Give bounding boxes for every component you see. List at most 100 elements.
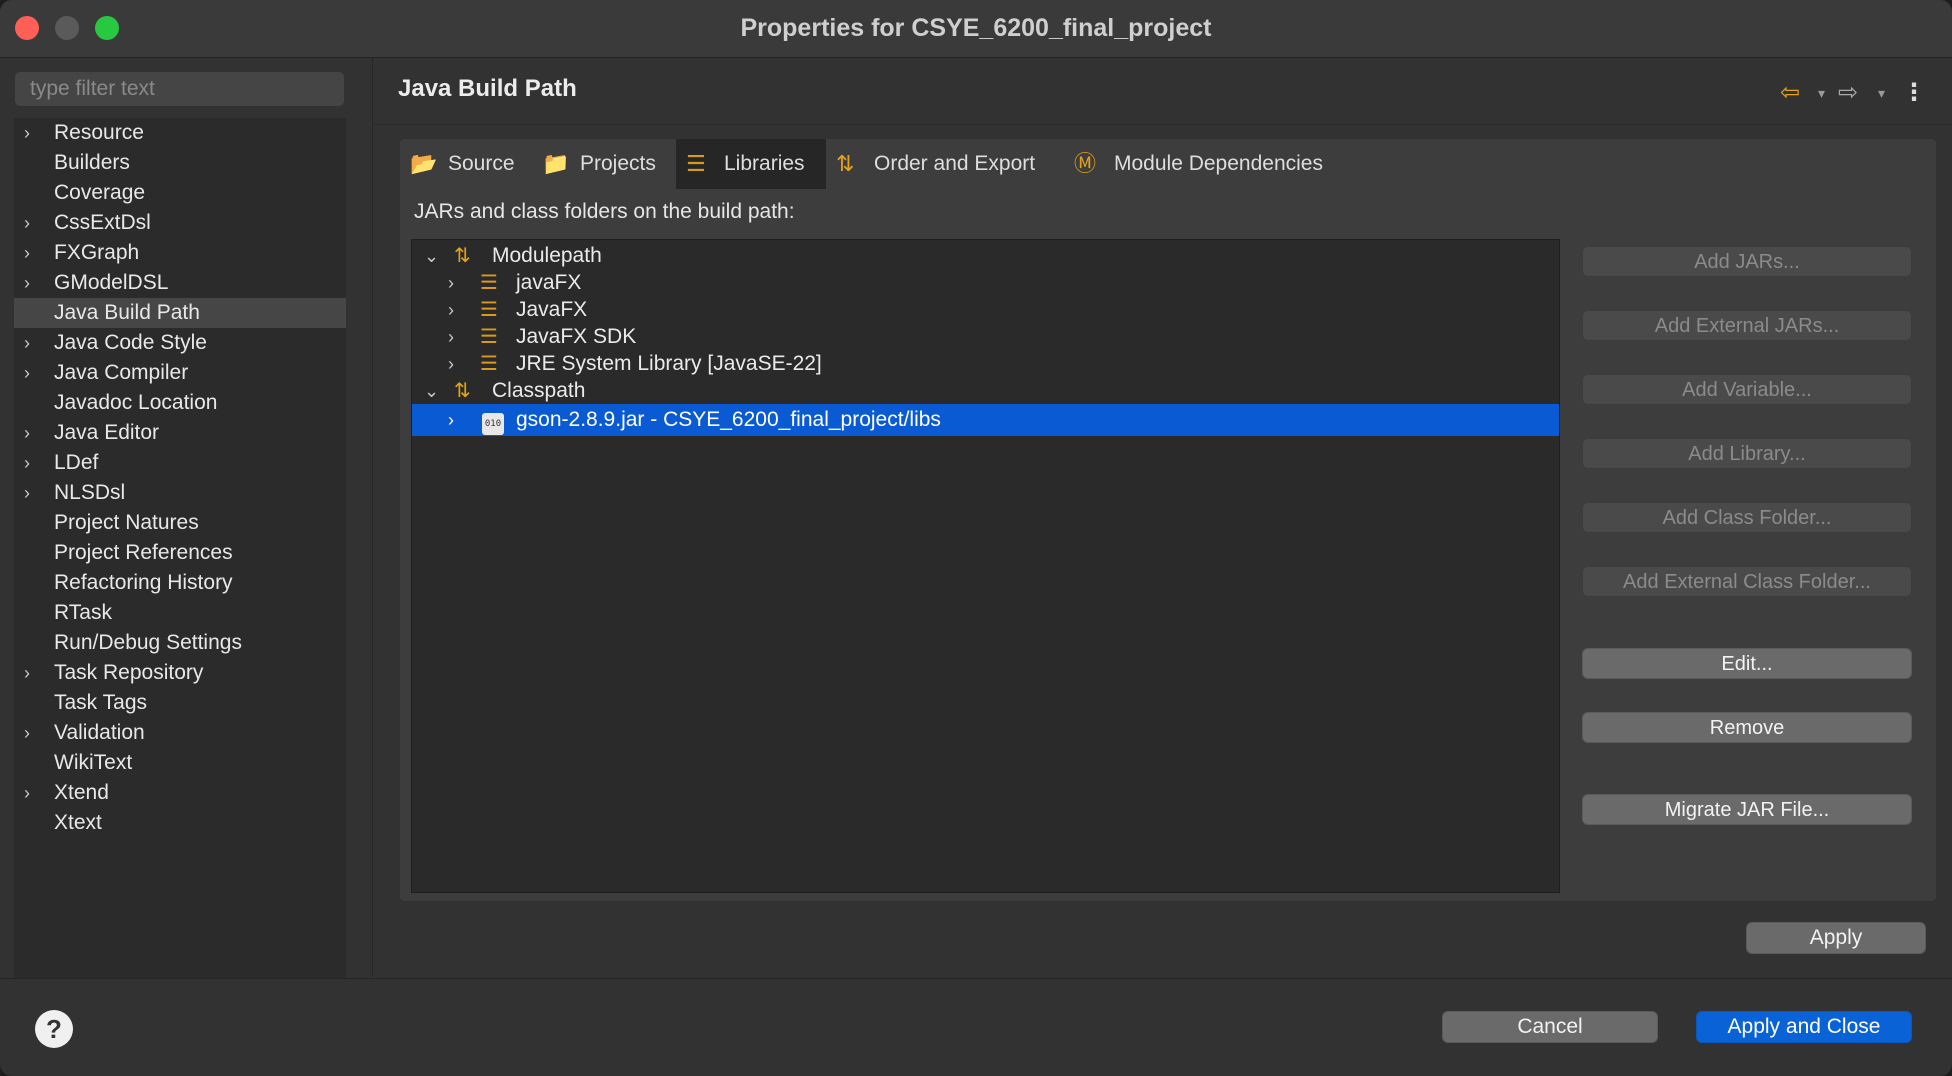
- chevron-right-icon[interactable]: ›: [24, 268, 40, 298]
- window-title: Properties for CSYE_6200_final_project: [740, 14, 1212, 42]
- sidebar-item-gmodeldsl[interactable]: › GModelDSL: [14, 268, 346, 298]
- sidebar-item-task-repository[interactable]: › Task Repository: [14, 658, 346, 688]
- chevron-right-icon[interactable]: ›: [24, 778, 40, 808]
- build-path-caption: JARs and class folders on the build path…: [414, 200, 795, 223]
- tree-node-gson-jar[interactable]: › 010 gson-2.8.9.jar - CSYE_6200_final_p…: [412, 404, 1559, 436]
- add-jars-button[interactable]: Add JARs...: [1582, 246, 1912, 277]
- add-class-folder-button[interactable]: Add Class Folder...: [1582, 502, 1912, 533]
- build-path-tree[interactable]: ⌄ ⇅ Modulepath › ☰ javaFX › ☰ JavaFX › ☰…: [411, 239, 1560, 893]
- tab-label: Source: [448, 152, 515, 175]
- sidebar-item-ldef[interactable]: › LDef: [14, 448, 346, 478]
- sidebar-item-java-editor[interactable]: › Java Editor: [14, 418, 346, 448]
- chevron-down-icon[interactable]: ⌄: [424, 375, 439, 407]
- tab-source[interactable]: 📂 Source: [400, 139, 530, 189]
- chevron-right-icon[interactable]: ›: [24, 208, 40, 238]
- property-page-tree: › Resource Builders Coverage › CssExtDsl ›…: [14, 118, 346, 978]
- cancel-button[interactable]: Cancel: [1442, 1011, 1658, 1043]
- sidebar-item-label: Builders: [54, 151, 130, 174]
- sidebar-item-rtask[interactable]: RTask: [14, 598, 346, 628]
- sidebar-item-label: Xtend: [54, 781, 109, 804]
- sidebar-item-label: Java Build Path: [54, 301, 200, 324]
- remove-button[interactable]: Remove: [1582, 712, 1912, 743]
- chevron-right-icon[interactable]: ›: [24, 718, 40, 748]
- sidebar-item-label: Run/Debug Settings: [54, 631, 242, 654]
- sidebar-item-xtext[interactable]: Xtext: [14, 808, 346, 838]
- chevron-right-icon[interactable]: ›: [24, 238, 40, 268]
- footer-divider: [0, 978, 1952, 979]
- migrate-jar-file-button[interactable]: Migrate JAR File...: [1582, 794, 1912, 825]
- sidebar-item-label: RTask: [54, 601, 112, 624]
- sidebar-item-label: Javadoc Location: [54, 391, 218, 414]
- sidebar-item-label: LDef: [54, 451, 99, 474]
- sidebar-item-java-build-path[interactable]: Java Build Path: [14, 298, 346, 328]
- sidebar-item-coverage[interactable]: Coverage: [14, 178, 346, 208]
- sidebar-item-xtend[interactable]: › Xtend: [14, 778, 346, 808]
- add-external-jars-button[interactable]: Add External JARs...: [1582, 310, 1912, 341]
- sidebar-item-cssextdsl[interactable]: › CssExtDsl: [14, 208, 346, 238]
- sidebar-item-refactoring-history[interactable]: Refactoring History: [14, 568, 346, 598]
- tab-order-and-export[interactable]: ⇅ Order and Export: [830, 139, 1060, 189]
- tab-module-dependencies[interactable]: Ⓜ Module Dependencies: [1070, 139, 1370, 189]
- sidebar-item-java-code-style[interactable]: › Java Code Style: [14, 328, 346, 358]
- tab-projects[interactable]: 📁 Projects: [534, 139, 674, 189]
- add-library-button[interactable]: Add Library...: [1582, 438, 1912, 469]
- help-icon[interactable]: ?: [35, 1010, 73, 1048]
- page-title: Java Build Path: [398, 75, 577, 102]
- edit-button[interactable]: Edit...: [1582, 648, 1912, 679]
- module-icon: Ⓜ: [1074, 151, 1097, 176]
- sidebar-item-validation[interactable]: › Validation: [14, 718, 346, 748]
- pane-divider[interactable]: [372, 57, 373, 977]
- sidebar-item-fxgraph[interactable]: › FXGraph: [14, 238, 346, 268]
- chevron-right-icon[interactable]: ›: [24, 118, 40, 148]
- add-variable-button[interactable]: Add Variable...: [1582, 374, 1912, 405]
- sidebar-item-builders[interactable]: Builders: [14, 148, 346, 178]
- chevron-right-icon[interactable]: ›: [24, 418, 40, 448]
- sidebar-item-task-tags[interactable]: Task Tags: [14, 688, 346, 718]
- sidebar-item-resource[interactable]: › Resource: [14, 118, 346, 148]
- apply-button[interactable]: Apply: [1746, 922, 1926, 954]
- sidebar-item-run-debug-settings[interactable]: Run/Debug Settings: [14, 628, 346, 658]
- sidebar-item-label: Java Editor: [54, 421, 160, 444]
- back-dropdown-icon[interactable]: ▾: [1818, 78, 1825, 108]
- sidebar-item-label: Task Tags: [54, 691, 147, 714]
- tab-label: Projects: [580, 152, 656, 175]
- sidebar-item-label: Java Compiler: [54, 361, 189, 384]
- properties-dialog: Properties for CSYE_6200_final_project ›…: [0, 0, 1952, 1076]
- tree-node-label: gson-2.8.9.jar - CSYE_6200_final_project…: [516, 408, 941, 431]
- chevron-right-icon[interactable]: ›: [24, 328, 40, 358]
- sidebar-item-wikitext[interactable]: WikiText: [14, 748, 346, 778]
- sidebar-item-label: FXGraph: [54, 241, 140, 264]
- sidebar-item-java-compiler[interactable]: › Java Compiler: [14, 358, 346, 388]
- tree-node-label: Classpath: [492, 379, 586, 402]
- zoom-window-button[interactable]: [95, 16, 119, 40]
- projects-icon: 📁: [542, 151, 570, 176]
- chevron-right-icon[interactable]: ›: [24, 358, 40, 388]
- add-external-class-folder-button[interactable]: Add External Class Folder...: [1582, 566, 1912, 597]
- chevron-right-icon[interactable]: ›: [24, 658, 40, 688]
- chevron-right-icon[interactable]: ›: [448, 404, 454, 436]
- sidebar-item-javadoc-location[interactable]: Javadoc Location: [14, 388, 346, 418]
- minimize-window-button[interactable]: [55, 16, 79, 40]
- sidebar-item-nlsdsl[interactable]: › NLSDsl: [14, 478, 346, 508]
- forward-arrow-icon[interactable]: ⇨: [1838, 78, 1858, 108]
- apply-and-close-button[interactable]: Apply and Close: [1696, 1011, 1912, 1043]
- title-bar: Properties for CSYE_6200_final_project: [0, 0, 1952, 58]
- sidebar-item-project-natures[interactable]: Project Natures: [14, 508, 346, 538]
- sidebar-item-label: Xtext: [54, 811, 102, 834]
- order-export-icon: ⇅: [836, 151, 855, 176]
- sidebar-item-label: Task Repository: [54, 661, 204, 684]
- back-arrow-icon[interactable]: ⇦: [1780, 78, 1800, 108]
- filter-input[interactable]: [15, 72, 344, 106]
- sidebar-item-label: WikiText: [54, 751, 133, 774]
- tree-node-classpath[interactable]: ⌄ ⇅ Classpath: [412, 375, 1559, 407]
- more-options-icon[interactable]: ⋮: [1902, 78, 1926, 108]
- sidebar-item-project-references[interactable]: Project References: [14, 538, 346, 568]
- chevron-right-icon[interactable]: ›: [24, 478, 40, 508]
- sidebar-item-label: Resource: [54, 121, 144, 144]
- sidebar-item-label: Refactoring History: [54, 571, 233, 594]
- close-window-button[interactable]: [15, 16, 39, 40]
- chevron-right-icon[interactable]: ›: [24, 448, 40, 478]
- tab-libraries[interactable]: ☰ Libraries: [676, 139, 826, 189]
- sidebar-item-label: Coverage: [54, 181, 146, 204]
- forward-dropdown-icon[interactable]: ▾: [1878, 78, 1885, 108]
